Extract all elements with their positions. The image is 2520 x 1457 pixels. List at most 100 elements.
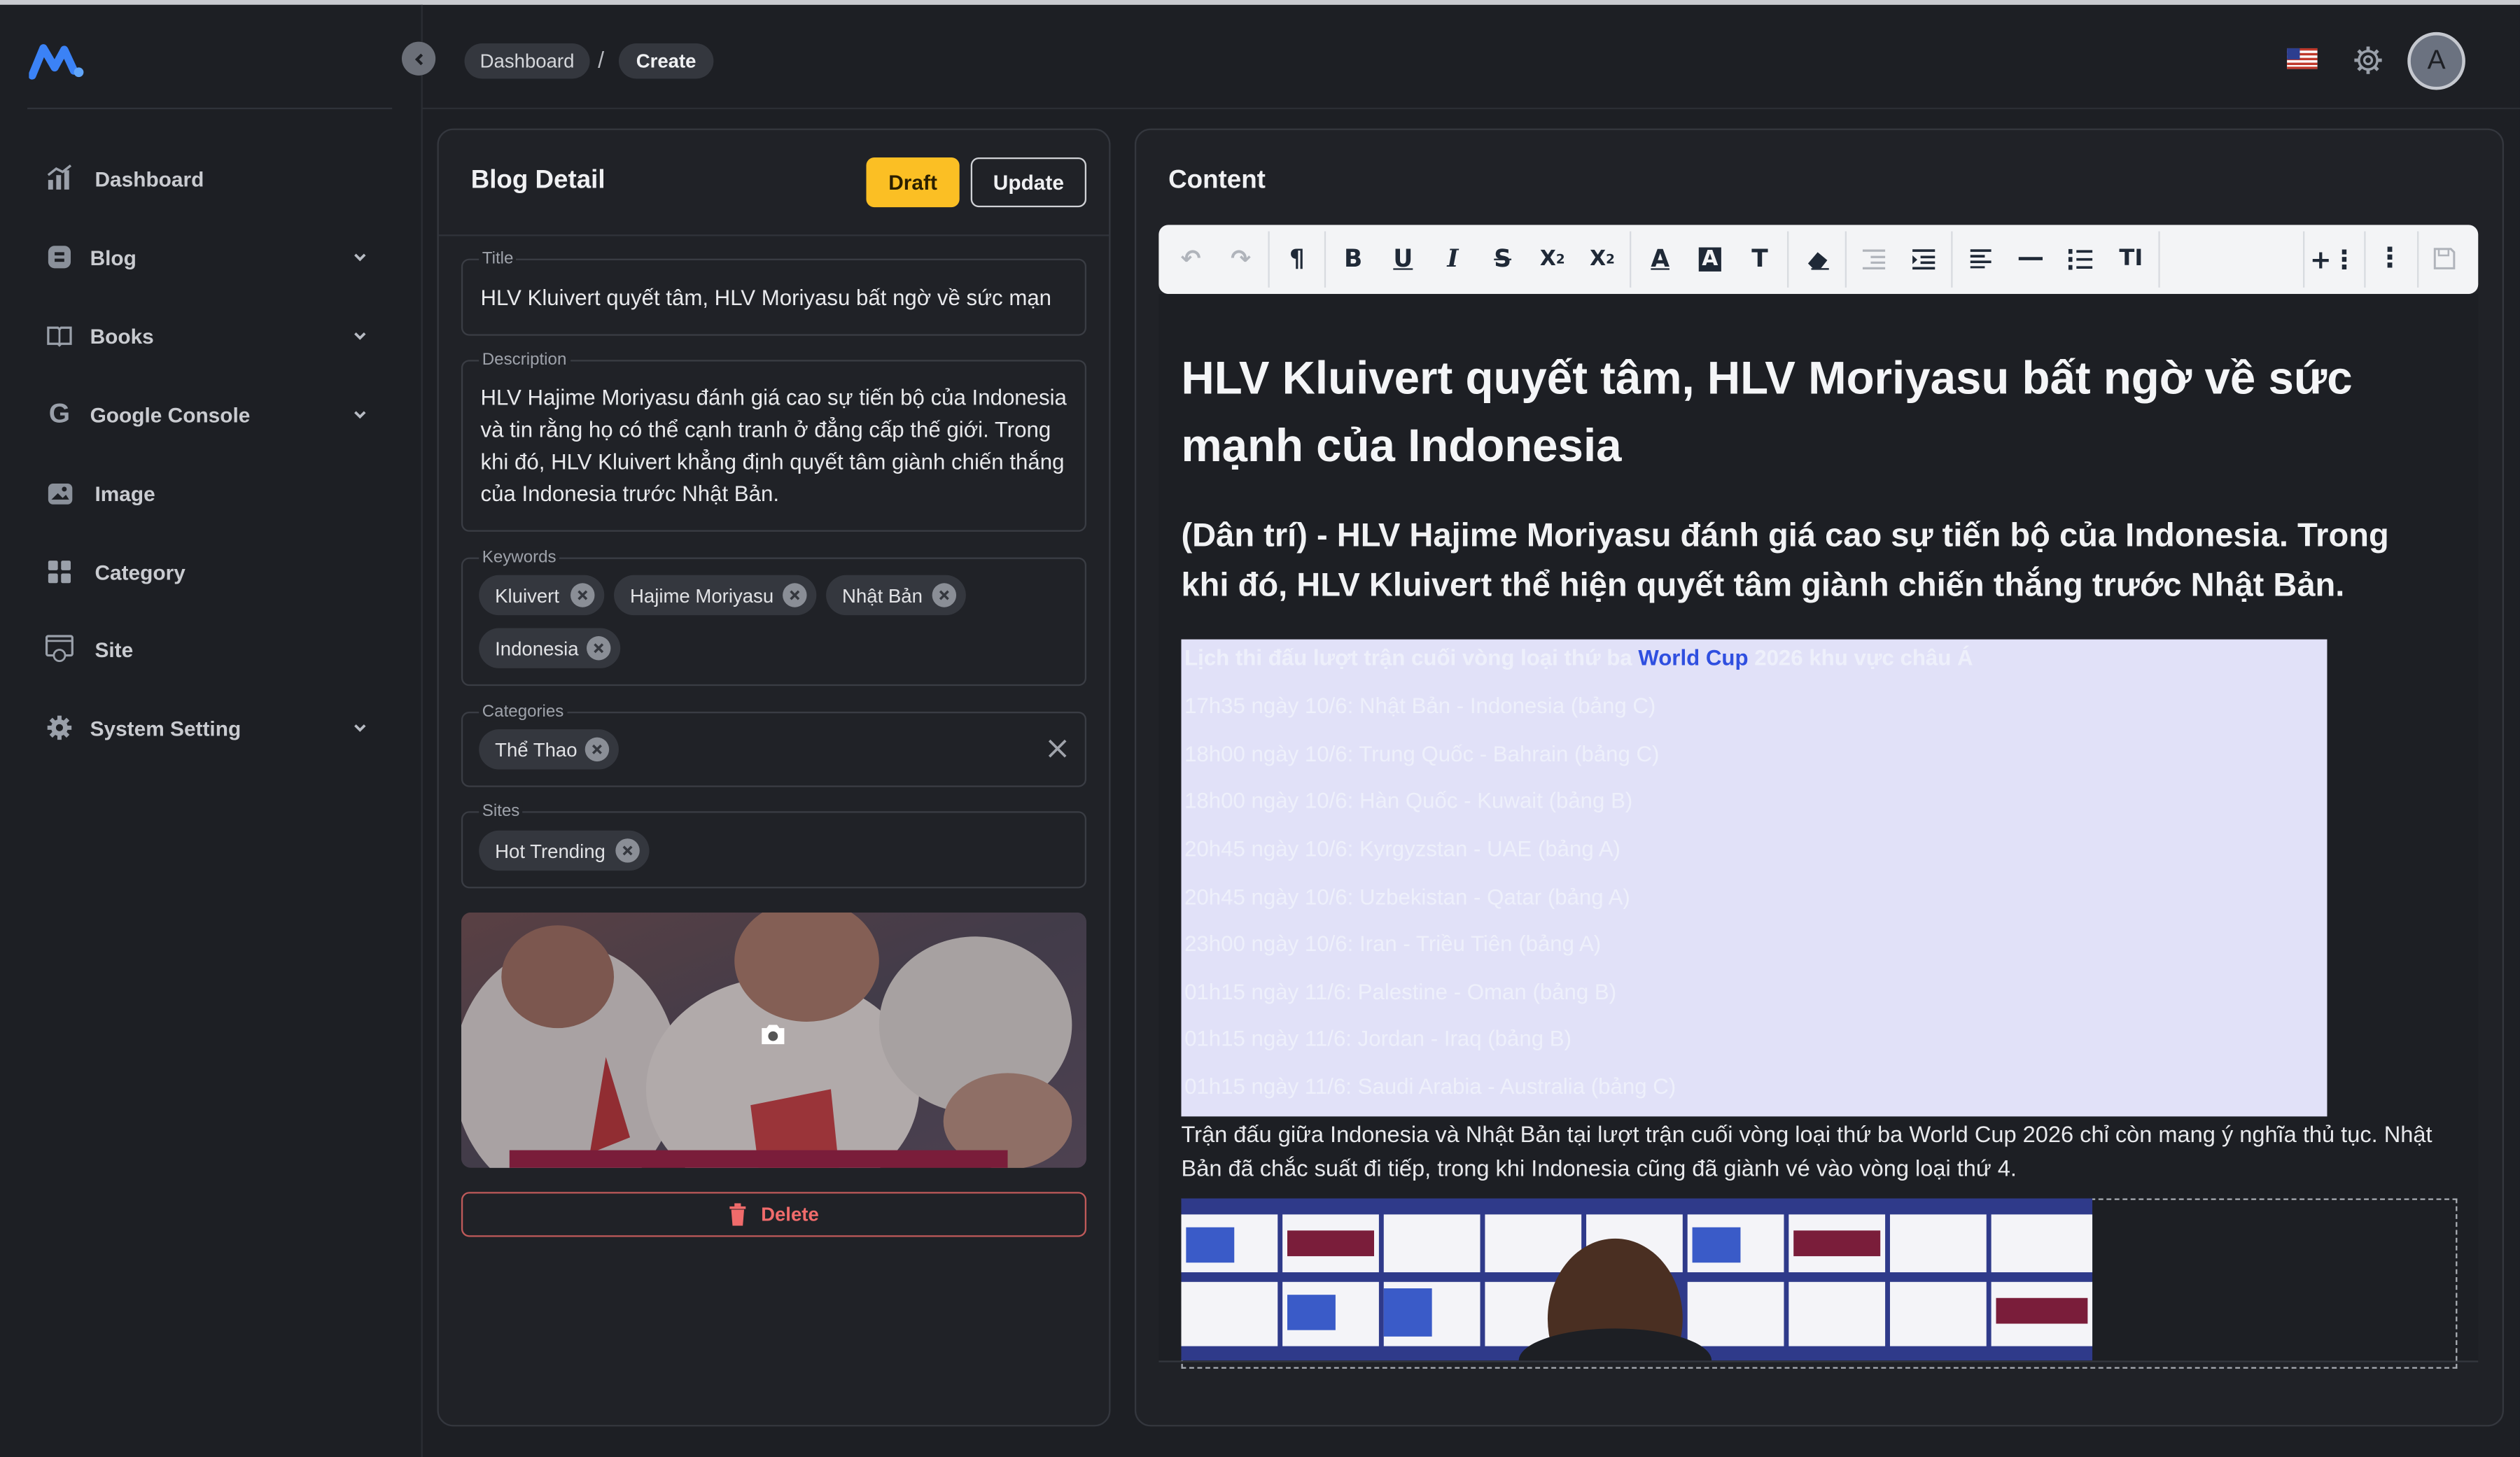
sidebar-item-image[interactable]: Image xyxy=(0,461,421,526)
sidebar-item-google-console[interactable]: G Google Console xyxy=(0,382,421,446)
title-field[interactable]: Title HLV Kluivert quyết tâm, HLV Moriya… xyxy=(461,248,1087,336)
keyword-chip-label: Nhật Bản xyxy=(842,584,923,607)
grid-icon xyxy=(45,558,74,586)
toolbar-separator xyxy=(1951,231,1953,288)
breadcrumb-create: Create xyxy=(618,43,714,79)
editor-toolbar: ↶ ↷ ¶ B U I S X2 X2 A A T TI +⋮ ⋮ xyxy=(1158,225,2479,295)
undo-icon[interactable]: ↶ xyxy=(1170,238,1212,280)
chart-icon xyxy=(45,164,74,192)
chevron-down-icon xyxy=(354,332,366,340)
site-chip: Hot Trending xyxy=(479,830,650,871)
font-color-icon[interactable]: A xyxy=(1639,238,1681,280)
toolbar-separator xyxy=(2158,231,2160,288)
schedule-heading-prefix: Lịch thi đấu lượt trận cuối vòng loại th… xyxy=(1184,645,1639,670)
keyword-chip: Hajime Moriyasu xyxy=(614,575,817,616)
keyword-chip-label: Indonesia xyxy=(495,637,579,660)
panel-divider xyxy=(438,234,1110,237)
avatar[interactable]: A xyxy=(2407,31,2465,90)
sidebar-item-label: Category xyxy=(94,559,186,584)
superscript-icon[interactable]: X2 xyxy=(1581,238,1623,280)
remove-chip-icon[interactable] xyxy=(932,583,957,607)
content-image[interactable] xyxy=(1181,1198,2093,1361)
underline-icon[interactable]: U xyxy=(1382,238,1424,280)
highlight-color-icon[interactable]: A xyxy=(1689,238,1731,280)
schedule-item: 01h15 ngày 11/6: Saudi Arabia - Australi… xyxy=(1184,1074,1676,1099)
title-input[interactable]: HLV Kluivert quyết tâm, HLV Moriyasu bất… xyxy=(480,283,1078,315)
insert-icon[interactable]: +⋮ xyxy=(2310,238,2358,280)
italic-icon[interactable]: I xyxy=(1432,238,1474,280)
sidebar-item-label: System Setting xyxy=(90,715,241,740)
strikethrough-icon[interactable]: S xyxy=(1482,238,1524,280)
sidebar-item-books[interactable]: Books xyxy=(0,304,421,368)
blog-detail-title: Blog Detail xyxy=(470,167,606,195)
schedule-item: 01h15 ngày 11/6: Jordan - Iraq (bảng B) xyxy=(1184,1026,1572,1051)
sidebar-item-dashboard[interactable]: Dashboard xyxy=(0,146,421,211)
schedule-item: 18h00 ngày 10/6: Hàn Quốc - Kuwait (bảng… xyxy=(1184,789,1633,813)
site-icon xyxy=(45,635,74,663)
remove-chip-icon[interactable] xyxy=(570,583,595,607)
indent-icon[interactable] xyxy=(1903,238,1945,280)
header-divider xyxy=(421,107,2520,110)
category-chip-label: Thể Thao xyxy=(495,738,578,761)
toolbar-separator xyxy=(1844,231,1847,288)
remove-chip-icon[interactable] xyxy=(584,737,610,762)
content-heading-1: HLV Kluivert quyết tâm, HLV Moriyasu bất… xyxy=(1181,353,2353,472)
collapse-sidebar-button[interactable] xyxy=(401,41,436,76)
outdent-icon[interactable] xyxy=(1853,238,1895,280)
gear-icon[interactable] xyxy=(2353,45,2384,76)
google-icon: G xyxy=(48,398,71,429)
schedule-item: 18h00 ngày 10/6: Trung Quốc - Bahrain (b… xyxy=(1184,742,1660,766)
camera-icon[interactable] xyxy=(759,1020,788,1049)
keyword-chip-label: Hajime Moriyasu xyxy=(629,584,774,607)
update-button[interactable]: Update xyxy=(970,157,1087,208)
logo-icon[interactable] xyxy=(29,40,87,82)
title-label: Title xyxy=(479,248,517,269)
schedule-item: 17h35 ngày 10/6: Nhật Bản - Indonesia (b… xyxy=(1184,694,1656,719)
breadcrumb-dashboard[interactable]: Dashboard xyxy=(464,43,590,79)
draft-button[interactable]: Draft xyxy=(866,157,960,208)
chevron-down-icon xyxy=(354,724,366,732)
chevron-down-icon xyxy=(354,253,366,262)
sidebar-item-site[interactable]: Site xyxy=(0,617,421,681)
remove-chip-icon[interactable] xyxy=(587,636,611,661)
subscript-icon[interactable]: X2 xyxy=(1532,238,1574,280)
list-icon[interactable] xyxy=(2059,238,2101,280)
save-icon[interactable] xyxy=(2423,238,2465,280)
clear-icon[interactable] xyxy=(1046,738,1069,760)
remove-chip-icon[interactable] xyxy=(615,838,640,863)
chevron-left-icon xyxy=(414,52,422,65)
description-field[interactable]: Description HLV Hajime Moriyasu đánh giá… xyxy=(461,350,1087,532)
horizontal-rule-icon[interactable] xyxy=(2009,238,2051,280)
eraser-icon[interactable] xyxy=(1797,238,1839,280)
bold-icon[interactable]: B xyxy=(1332,238,1374,280)
schedule-item: 23h00 ngày 10/6: Iran - Triều Tiên (bảng… xyxy=(1184,931,1602,956)
more-icon[interactable]: ⋮ xyxy=(2369,238,2411,280)
paragraph-icon[interactable]: ¶ xyxy=(1276,238,1318,280)
blog-icon xyxy=(45,243,74,272)
toolbar-separator xyxy=(2417,231,2419,288)
text-style-icon[interactable]: T xyxy=(1739,238,1781,280)
sidebar-item-blog[interactable]: Blog xyxy=(0,225,421,289)
align-icon[interactable] xyxy=(1959,238,2001,280)
categories-label: Categories xyxy=(479,702,567,722)
world-cup-link[interactable]: World Cup xyxy=(1638,646,1748,670)
sidebar-item-category[interactable]: Category xyxy=(0,540,421,604)
sidebar-item-label: Google Console xyxy=(90,402,251,427)
redo-icon[interactable]: ↷ xyxy=(1220,238,1262,280)
keyword-chip-label: Kluivert xyxy=(495,584,560,607)
keyword-chip: Indonesia xyxy=(479,628,621,668)
delete-button[interactable]: Delete xyxy=(461,1192,1087,1237)
image-icon xyxy=(45,479,74,507)
sidebar-item-label: Books xyxy=(90,323,154,348)
us-flag-icon[interactable] xyxy=(2287,48,2318,69)
site-chip-label: Hot Trending xyxy=(495,839,606,862)
keywords-label: Keywords xyxy=(479,547,560,568)
font-size-icon[interactable]: TI xyxy=(2110,238,2152,280)
sidebar-item-system-setting[interactable]: System Setting xyxy=(0,696,421,760)
content-title: Content xyxy=(1168,167,1266,195)
description-textarea[interactable]: HLV Hajime Moriyasu đánh giá cao sự tiến… xyxy=(480,382,1074,511)
sidebar-item-label: Site xyxy=(94,637,134,661)
toolbar-separator xyxy=(2364,231,2366,288)
sidebar-item-label: Blog xyxy=(90,245,136,269)
remove-chip-icon[interactable] xyxy=(783,583,807,607)
